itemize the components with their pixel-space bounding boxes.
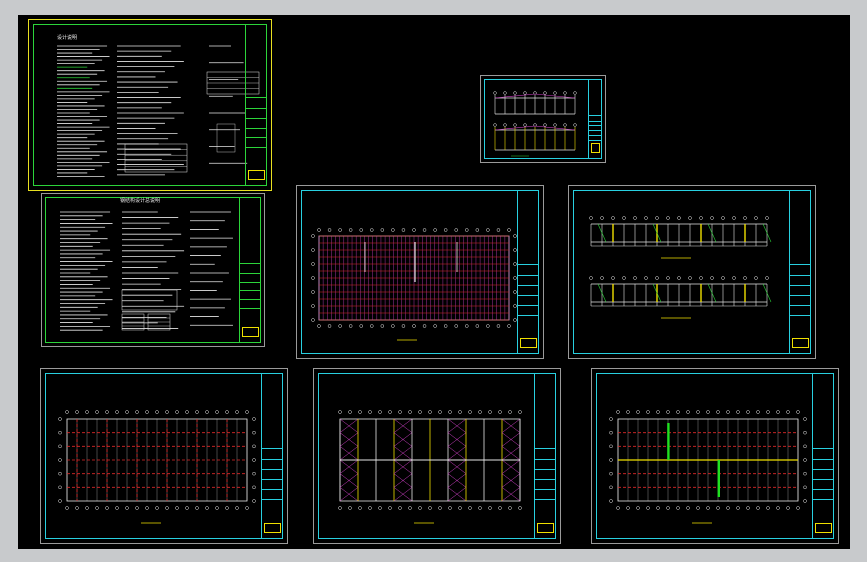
sheet-foundation-plan[interactable]: [40, 368, 288, 544]
bracing-plan-drawing: [609, 410, 807, 524]
title-block: [534, 373, 556, 539]
title-block: [812, 373, 834, 539]
sheet-purlin-plan[interactable]: [313, 368, 561, 544]
sheet-bracing-plan[interactable]: [591, 368, 839, 544]
column-elevation-drawing: [589, 216, 772, 319]
notes-text-block: [57, 45, 260, 177]
title-block: [789, 190, 811, 354]
cad-viewport[interactable]: 设计说明 钢结构设计总说明: [0, 0, 867, 562]
title-block: [245, 24, 267, 186]
notes-text-block: [60, 211, 233, 331]
sheet-steel-notes[interactable]: 钢结构设计总说明: [41, 193, 265, 347]
sheet-design-notes[interactable]: 设计说明: [28, 19, 272, 191]
title-block: [239, 197, 261, 343]
sheet-elevations[interactable]: [480, 75, 606, 163]
title-block: [517, 190, 539, 354]
title-block: [261, 373, 283, 539]
purlin-plan-drawing: [338, 410, 522, 524]
drawing-canvas[interactable]: 设计说明 钢结构设计总说明: [18, 15, 850, 549]
foundation-plan-drawing: [58, 410, 256, 524]
title-block: [588, 79, 602, 159]
roof-plan-drawing: [311, 228, 517, 341]
sheet-column-elevations[interactable]: [568, 185, 816, 359]
sheet-roof-plan[interactable]: [296, 185, 544, 359]
